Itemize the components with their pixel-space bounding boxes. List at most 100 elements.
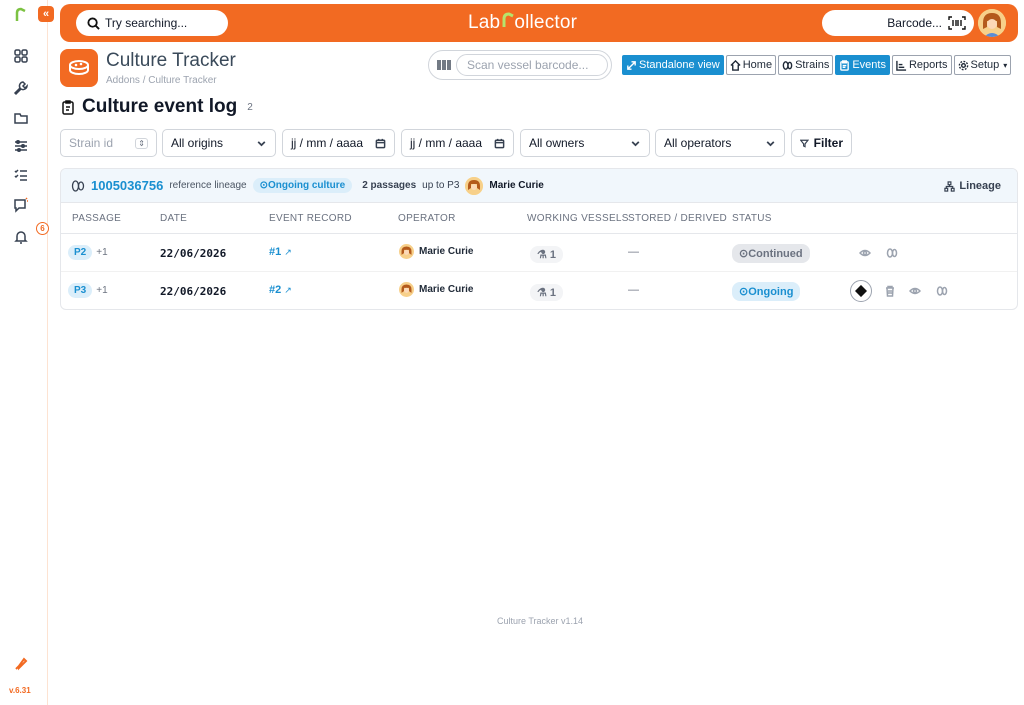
strains-icon [782, 60, 793, 70]
collapse-sidebar-button[interactable]: « [38, 6, 54, 22]
message-icon[interactable] [12, 196, 30, 214]
max-passage: up to P3 [422, 180, 460, 191]
passage-cell: P3 +1 [68, 283, 108, 298]
table-header: PASSAGE DATE EVENT RECORD OPERATOR WORKI… [61, 204, 1017, 234]
folder-icon[interactable] [12, 109, 30, 127]
status-badge: ⊙Ongoing [732, 282, 801, 301]
expand-icon [627, 60, 636, 70]
page-heading: Culture event log 2 [60, 96, 253, 118]
chevron-down-icon [766, 140, 775, 146]
addon-nav: Standalone view Home Strains Events Repo… [622, 55, 1012, 75]
barcode-input[interactable]: Barcode... [822, 10, 974, 36]
passage-cell: P2 +1 [68, 245, 108, 260]
table-row[interactable]: P3 +1 22/06/2026 #2 ↗ Marie Curie ⚗ 1 — ⊙O… [61, 272, 1017, 309]
lineage-card-header: 1005036756 reference lineage ⊙Ongoing cu… [61, 169, 1017, 203]
event-count: 2 [247, 101, 253, 113]
spinner-icon[interactable]: ⇕ [135, 137, 148, 149]
top-bar: Try searching... Lab ollector Barcode... [60, 4, 1018, 42]
operator-avatar [399, 244, 414, 259]
table-row[interactable]: P2 +1 22/06/2026 #1 ↗ Marie Curie ⚗ 1 — ⊙C… [61, 234, 1017, 272]
bell-icon[interactable]: 6 [12, 222, 49, 246]
user-avatar[interactable] [978, 9, 1006, 37]
scan-vessel-field[interactable]: Scan vessel barcode... [428, 50, 612, 80]
origins-select[interactable]: All origins [162, 129, 276, 157]
vessel-count-badge: ⚗ 1 [530, 284, 564, 301]
col-passage: PASSAGE [72, 213, 122, 224]
date-from-input[interactable]: jj / mm / aaaa [282, 129, 395, 157]
operators-select[interactable]: All operators [655, 129, 785, 157]
filter-button[interactable]: Filter [791, 129, 852, 157]
strain-id-input[interactable]: Strain id ⇕ [60, 129, 157, 157]
app-title: Culture Tracker [106, 50, 236, 71]
operator-cell: Marie Curie [399, 244, 473, 259]
operator-avatar [399, 282, 414, 297]
event-record-link[interactable]: #1 ↗ [269, 246, 292, 258]
setup-dropdown[interactable]: Setup ▾ [953, 55, 1012, 75]
app-logo-icon[interactable] [12, 6, 30, 24]
global-search-input[interactable]: Try searching... [76, 10, 228, 36]
chevron-down-icon [631, 140, 640, 146]
chevron-down-icon: ▾ [1003, 60, 1008, 70]
footer-version: Culture Tracker v1.14 [497, 616, 584, 626]
stored-cell: — [628, 284, 639, 296]
brand-c-icon [502, 12, 514, 27]
tab-home[interactable]: Home [725, 55, 777, 75]
culture-tracker-app-icon [60, 49, 98, 87]
strains-icon[interactable] [884, 245, 900, 261]
status-badge: ⊙Continued [732, 244, 810, 263]
reports-icon [896, 60, 907, 71]
rocket-icon[interactable] [12, 655, 30, 673]
col-operator: OPERATOR [398, 213, 456, 224]
barcode-scan-icon[interactable] [948, 16, 966, 30]
gear-icon [958, 60, 968, 70]
date-to-input[interactable]: jj / mm / aaaa [401, 129, 514, 157]
search-icon [87, 16, 100, 30]
chevron-down-icon [257, 140, 266, 146]
reference-label: reference lineage [169, 180, 247, 191]
strain-id-link[interactable]: 1005036756 [91, 178, 163, 193]
strains-icon[interactable] [934, 283, 950, 299]
breadcrumb[interactable]: Addons / Culture Tracker [106, 75, 217, 86]
col-date: DATE [160, 213, 188, 224]
hierarchy-icon [944, 180, 956, 192]
operator-cell: Marie Curie [399, 282, 473, 297]
clipboard-icon [62, 100, 74, 115]
calendar-icon[interactable] [375, 138, 386, 149]
checklist-icon[interactable] [12, 166, 30, 184]
col-event-record: EVENT RECORD [269, 213, 352, 224]
lineage-card: 1005036756 reference lineage ⊙Ongoing cu… [60, 168, 1018, 310]
page-title: Culture event log [82, 96, 238, 117]
version-label: v.6.31 [9, 686, 31, 695]
strains-icon [71, 179, 85, 192]
view-icon[interactable] [907, 283, 923, 299]
notification-count-badge: 6 [36, 222, 49, 235]
col-status: STATUS [732, 213, 772, 224]
external-link-icon: ↗ [284, 285, 292, 295]
vessel-count-badge: ⚗ 1 [530, 246, 564, 263]
scan-vessel-input[interactable]: Scan vessel barcode... [456, 54, 608, 76]
passage-count: 2 passages [362, 180, 417, 191]
sliders-icon[interactable] [12, 137, 30, 155]
owners-select[interactable]: All owners [520, 129, 650, 157]
clipboard-icon [840, 59, 850, 71]
grid-icon[interactable] [12, 47, 30, 65]
date-cell: 22/06/2026 [160, 247, 227, 260]
culture-status-badge: ⊙Ongoing culture [252, 178, 353, 193]
standalone-view-button[interactable]: Standalone view [622, 55, 724, 75]
view-icon[interactable] [857, 245, 873, 261]
brand-logo: Lab ollector [468, 12, 578, 33]
wrench-icon[interactable] [12, 79, 30, 97]
col-working-vessels: WORKING VESSELS [527, 213, 629, 224]
lineage-button[interactable]: Lineage [944, 180, 1001, 192]
external-link-icon: ↗ [284, 247, 292, 257]
tab-strains[interactable]: Strains [778, 55, 834, 75]
calendar-icon[interactable] [494, 138, 505, 149]
col-stored-derived: STORED / DERIVED [628, 213, 728, 224]
barcode-icon [437, 60, 451, 70]
passage-action-icon[interactable] [850, 280, 872, 302]
trash-icon[interactable] [882, 283, 898, 299]
event-record-link[interactable]: #2 ↗ [269, 284, 292, 296]
tab-events[interactable]: Events [835, 55, 890, 75]
date-cell: 22/06/2026 [160, 285, 227, 298]
tab-reports[interactable]: Reports [891, 55, 952, 75]
